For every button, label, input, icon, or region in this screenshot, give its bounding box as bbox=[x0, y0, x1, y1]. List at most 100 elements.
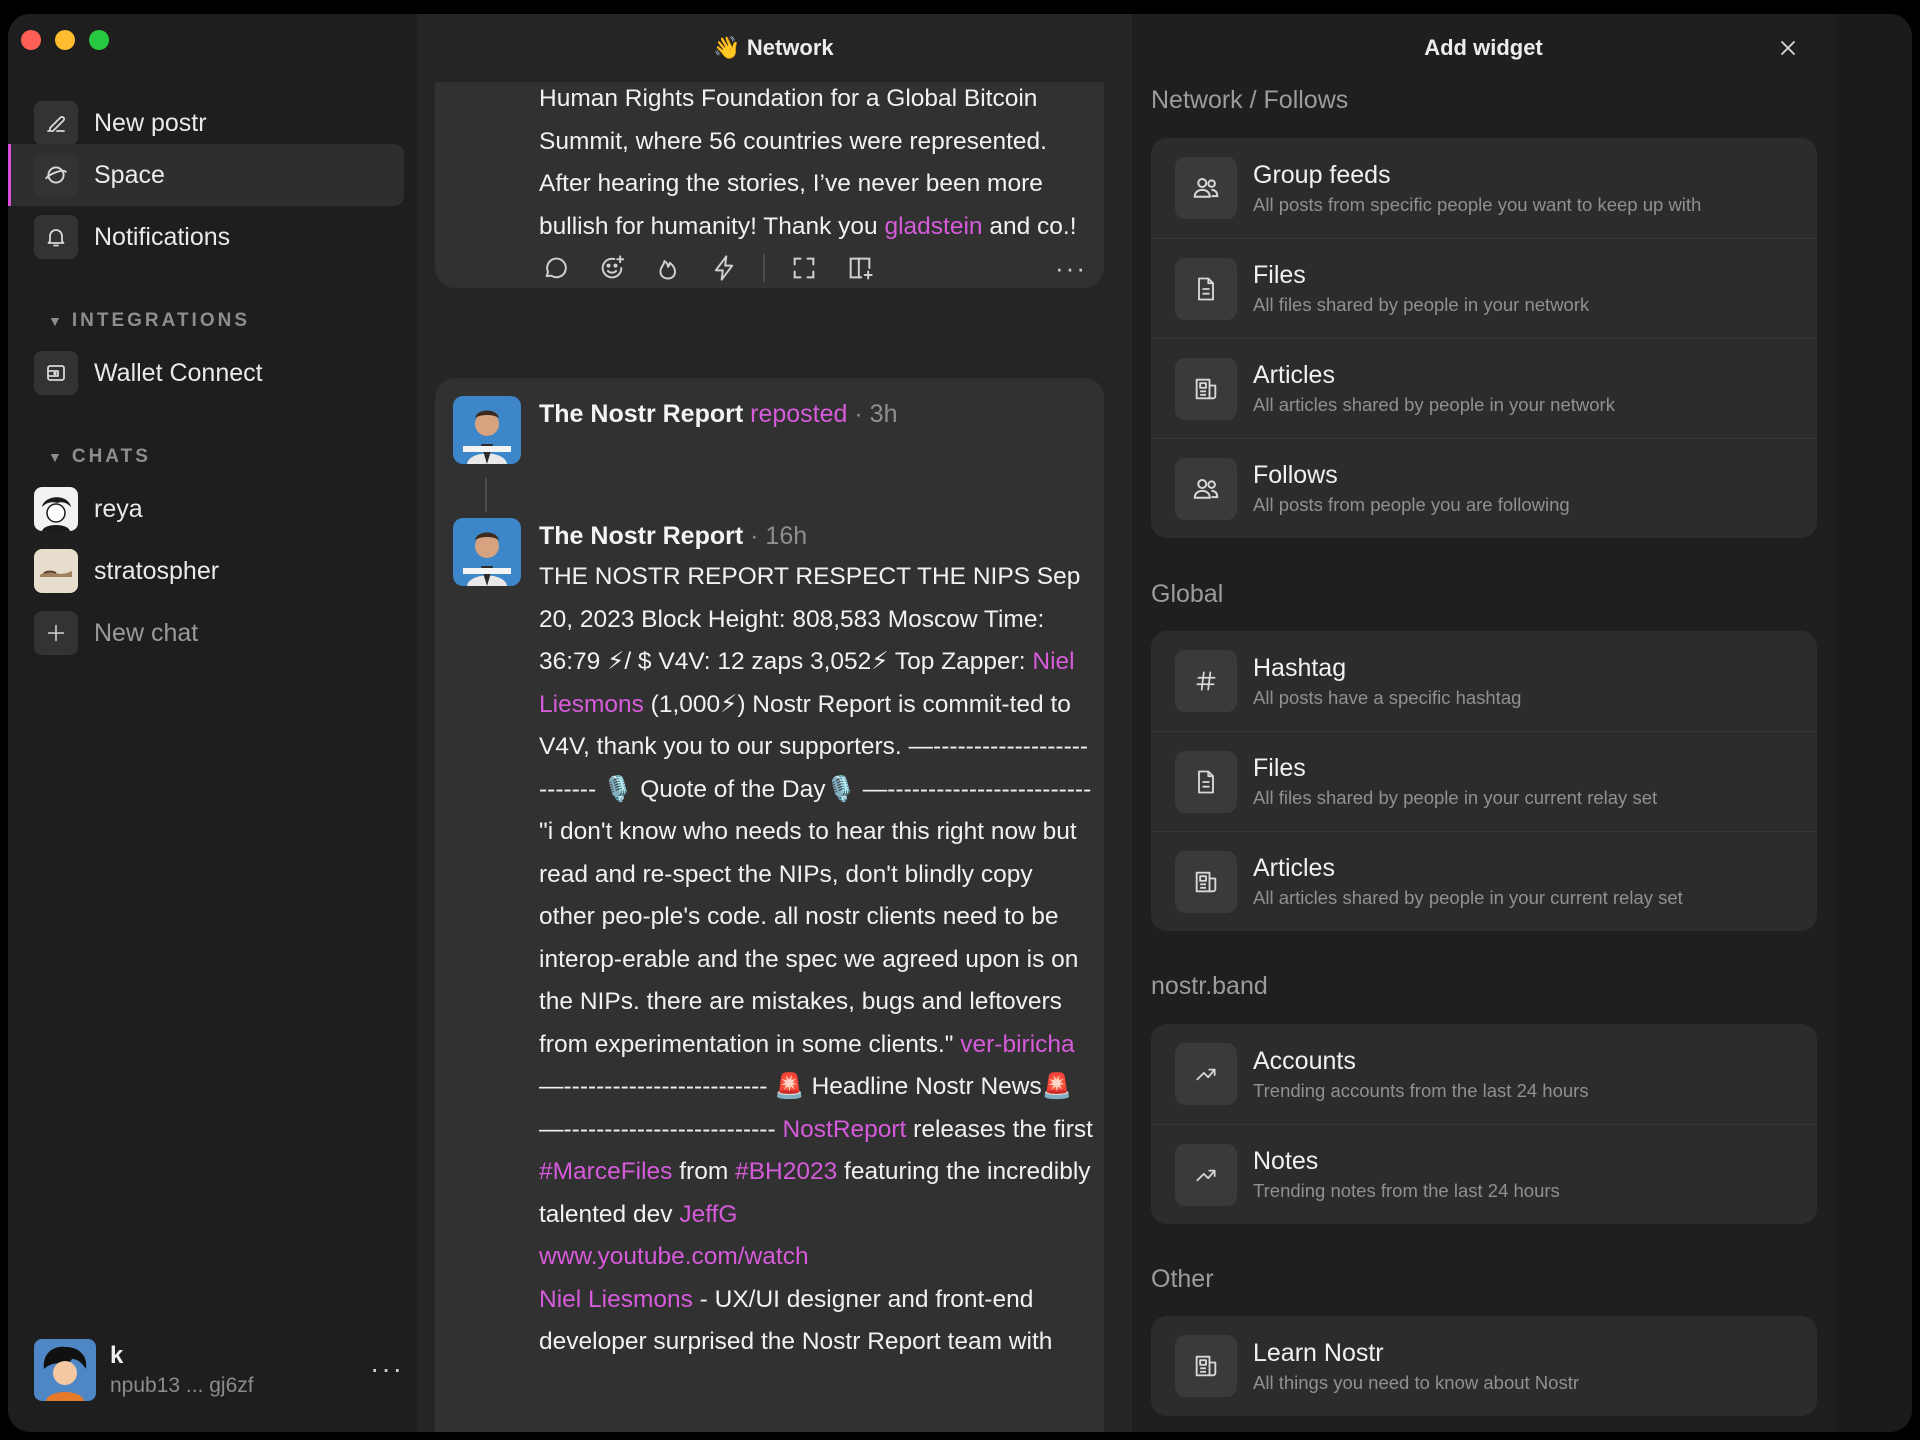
user-npub: npub13 ... gj6zf bbox=[110, 1374, 254, 1397]
widget-title: Learn Nostr bbox=[1253, 1338, 1384, 1367]
widget-description: All articles shared by people in your cu… bbox=[1253, 887, 1683, 908]
widget-files[interactable]: Files All files shared by people in your … bbox=[1151, 731, 1817, 831]
avatar bbox=[34, 487, 78, 531]
widget-title: Articles bbox=[1253, 854, 1335, 882]
close-window-button[interactable] bbox=[21, 30, 41, 50]
section-title: INTEGRATIONS bbox=[71, 310, 251, 331]
group-title: Network / Follows bbox=[1151, 86, 1349, 114]
chat-item-reya[interactable]: reya bbox=[8, 478, 404, 540]
post-card: The Nostr Report reposted · 3h The Nostr… bbox=[435, 378, 1104, 1432]
open-in-column-icon[interactable] bbox=[843, 251, 877, 285]
mention-link[interactable]: Niel Liesmons bbox=[539, 1286, 693, 1313]
post-actions: ··· bbox=[539, 248, 1087, 288]
more-options-button[interactable]: ··· bbox=[1055, 253, 1087, 284]
nav-label: New postr bbox=[94, 108, 207, 137]
widget-learn-nostr[interactable]: Learn Nostr All things you need to know a… bbox=[1151, 1316, 1817, 1416]
add-widget-panel: Add widget Network / Follows Group feeds… bbox=[1130, 14, 1836, 1432]
widget-title: Notes bbox=[1253, 1147, 1319, 1175]
account-bar[interactable]: k npub13 ... gj6zf ··· bbox=[34, 1335, 404, 1405]
group-title: Other bbox=[1151, 1265, 1214, 1293]
nav-notifications[interactable]: Notifications bbox=[8, 206, 404, 268]
users-icon bbox=[1175, 457, 1237, 520]
expand-icon[interactable] bbox=[787, 251, 821, 285]
group-title: nostr.band bbox=[1151, 972, 1268, 1000]
section-title: CHATS bbox=[71, 446, 151, 467]
network-feed: 👋 Network Human Rights Foundation for a … bbox=[417, 14, 1130, 1432]
trending-icon bbox=[1175, 1043, 1237, 1105]
widget-hashtag[interactable]: Hashtag All posts have a specific hashtag bbox=[1151, 631, 1817, 731]
plus-icon bbox=[34, 611, 78, 655]
post-text: from bbox=[672, 1158, 736, 1185]
widget-description: Trending notes from the last 24 hours bbox=[1253, 1180, 1560, 1201]
planet-icon bbox=[34, 153, 78, 197]
sidebar: New postr Space Notifications ▼ INTEGRAT… bbox=[8, 14, 417, 1432]
nav-label: Space bbox=[94, 160, 165, 189]
mention-link[interactable]: JeffG bbox=[679, 1201, 737, 1228]
post-content: Human Rights Foundation for a Global Bit… bbox=[539, 78, 1095, 248]
nav-label: reya bbox=[94, 494, 143, 523]
widget-title: Accounts bbox=[1253, 1046, 1356, 1075]
nav-label: Notifications bbox=[94, 222, 231, 251]
widget-title: Group feeds bbox=[1253, 160, 1391, 189]
widget-group-feeds[interactable]: Group feeds All posts from specific peopl… bbox=[1151, 138, 1817, 238]
widget-title: Files bbox=[1253, 754, 1306, 782]
article-icon bbox=[1175, 850, 1237, 913]
nav-space[interactable]: Space bbox=[8, 144, 404, 206]
post-text: releases the first bbox=[906, 1115, 1093, 1143]
group-title: Global bbox=[1151, 580, 1224, 608]
caret-down-icon: ▼ bbox=[48, 313, 62, 329]
zap-icon[interactable] bbox=[707, 251, 741, 285]
widget-group-nostr-band: Accounts Trending accounts from the last … bbox=[1151, 1024, 1817, 1224]
mention-link[interactable]: gladstein bbox=[884, 213, 982, 240]
reaction-button[interactable] bbox=[595, 251, 629, 285]
post-text: and co.! bbox=[982, 212, 1077, 240]
app-window: New postr Space Notifications ▼ INTEGRAT… bbox=[8, 14, 1912, 1432]
chat-item-stratospher[interactable]: stratospher bbox=[8, 540, 404, 602]
widget-articles[interactable]: Articles All articles shared by people in… bbox=[1151, 338, 1817, 438]
bell-icon bbox=[34, 215, 78, 259]
article-icon bbox=[1175, 1335, 1237, 1397]
post-header: The Nostr Report · 16h bbox=[539, 522, 807, 551]
hashtag-link[interactable]: #BH2023 bbox=[735, 1158, 837, 1185]
widget-files[interactable]: Files All files shared by people in your … bbox=[1151, 238, 1817, 338]
nav-label: stratospher bbox=[94, 556, 220, 585]
integrations-section-toggle[interactable]: ▼ INTEGRATIONS bbox=[48, 310, 250, 332]
hashtag-link[interactable]: #MarceFiles bbox=[539, 1158, 672, 1185]
widget-description: All posts from people you are following bbox=[1253, 494, 1570, 515]
chats-section-toggle[interactable]: ▼ CHATS bbox=[48, 446, 151, 468]
minimize-window-button[interactable] bbox=[55, 30, 75, 50]
widget-accounts[interactable]: Accounts Trending accounts from the last … bbox=[1151, 1024, 1817, 1124]
flame-icon[interactable] bbox=[651, 251, 685, 285]
avatar bbox=[34, 1339, 96, 1401]
widget-description: Trending accounts from the last 24 hours bbox=[1253, 1079, 1589, 1101]
integration-wallet-connect[interactable]: Wallet Connect bbox=[8, 342, 404, 404]
close-icon[interactable] bbox=[1776, 36, 1800, 60]
widget-group-other: Learn Nostr All things you need to know a… bbox=[1151, 1316, 1817, 1416]
users-icon bbox=[1175, 157, 1237, 219]
post-time: · 3h bbox=[854, 400, 898, 428]
avatar[interactable] bbox=[453, 518, 521, 586]
reply-button[interactable] bbox=[539, 251, 573, 285]
mention-link[interactable]: NostReport bbox=[782, 1116, 906, 1143]
separator bbox=[763, 254, 765, 282]
widget-description: All files shared by people in your netwo… bbox=[1253, 294, 1590, 315]
widget-notes[interactable]: Notes Trending notes from the last 24 hou… bbox=[1151, 1124, 1817, 1224]
widget-description: All things you need to know about Nostr bbox=[1253, 1371, 1579, 1393]
url-link[interactable]: www.youtube.com/watch bbox=[539, 1243, 809, 1270]
author-name[interactable]: The Nostr Report bbox=[539, 400, 743, 428]
new-chat-button[interactable]: New chat bbox=[8, 602, 404, 664]
widget-follows[interactable]: Follows All posts from people you are fol… bbox=[1151, 438, 1817, 538]
widget-articles[interactable]: Articles All articles shared by people in… bbox=[1151, 831, 1817, 931]
widget-description: All posts have a specific hashtag bbox=[1253, 686, 1522, 708]
avatar[interactable] bbox=[453, 396, 521, 464]
widget-description: All posts from specific people you want … bbox=[1253, 193, 1702, 215]
author-name[interactable]: The Nostr Report bbox=[539, 522, 743, 550]
empty-column bbox=[1836, 14, 1912, 1432]
mention-link[interactable]: ver-biricha bbox=[960, 1031, 1074, 1058]
zoom-window-button[interactable] bbox=[89, 30, 109, 50]
feed-title: 👋 Network bbox=[417, 14, 1130, 82]
pencil-icon bbox=[34, 101, 78, 145]
caret-down-icon: ▼ bbox=[48, 449, 62, 465]
thread-line bbox=[485, 478, 487, 512]
more-options-button[interactable]: ··· bbox=[370, 1353, 404, 1385]
